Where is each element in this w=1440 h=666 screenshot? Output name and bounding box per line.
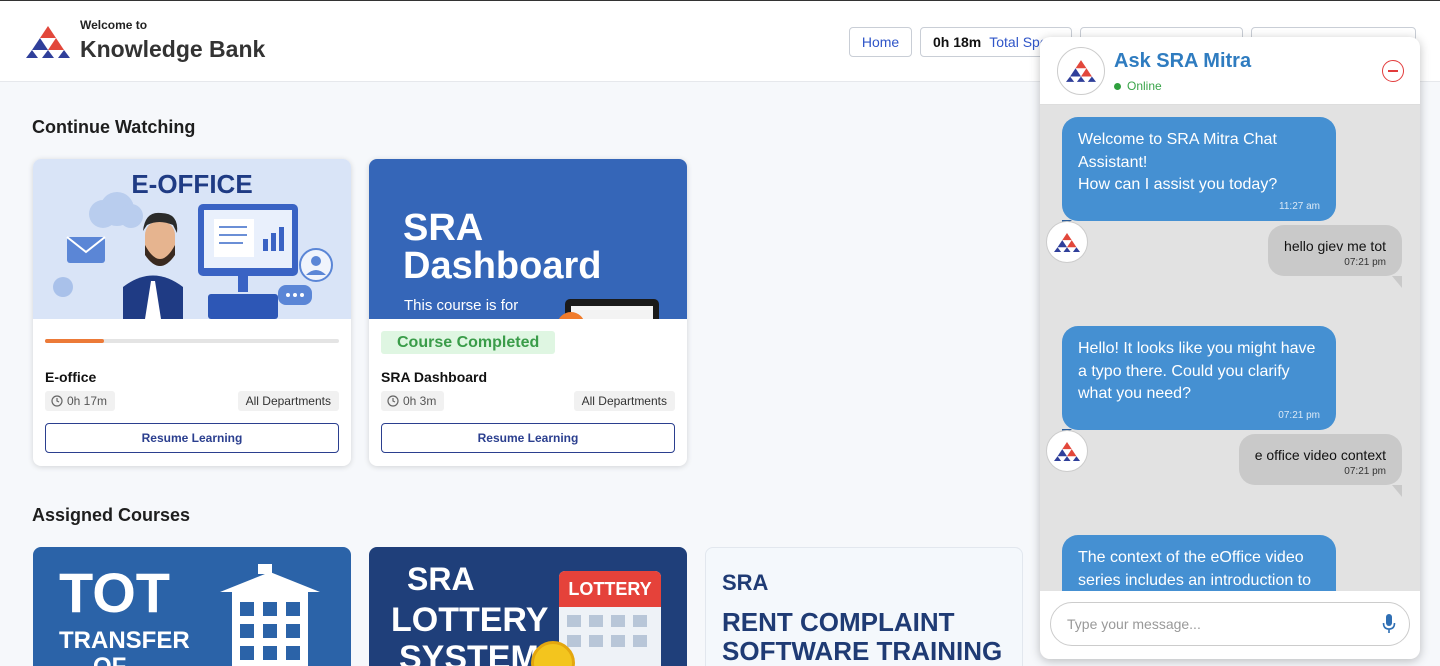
message-time: 07:21 pm [1278,409,1320,421]
chat-input-bar [1040,591,1420,659]
brand-title: Knowledge Bank [80,36,266,62]
welcome-text: Welcome to [80,18,148,32]
message-line: Hello! It looks like you might have [1078,340,1316,357]
bot-avatar [1046,430,1088,472]
chat-status-text: Online [1127,79,1162,93]
message-line: Assistant! [1078,153,1148,171]
eoffice-thumbnail: E-OFFICE [33,159,351,319]
tot-title: TOT [59,561,170,624]
message-line: Welcome to SRA Mitra Chat [1078,131,1277,148]
total-time-value: 0h 18m [933,34,982,50]
rent-title-2: RENT COMPLAINT [722,607,955,637]
bot-message: The context of the eOffice video series … [1062,535,1336,591]
bot-avatar [1046,221,1088,263]
message-line: a typo there. Could you clarify [1078,362,1290,380]
course-card-sra-dashboard[interactable]: SRA Dashboard This course is for Course … [369,159,687,466]
duration-badge: 0h 3m [381,391,445,411]
bot-message: Welcome to SRA Mitra Chat Assistant! How… [1062,117,1336,227]
clock-icon [387,395,399,407]
message-time: 11:27 am [1279,200,1320,212]
message-line: How can I assist you today? [1078,176,1278,193]
user-message: e office video context 07:21 pm [1238,434,1403,497]
thumbnail-line-1: SRA [403,207,484,249]
message-time: 07:21 pm [1344,466,1386,477]
duration-text: 0h 17m [67,394,108,408]
duration-badge: 0h 17m [45,391,116,411]
message-line: The context of the eOffice video [1078,549,1304,566]
clock-icon [51,395,63,407]
lottery-title-1: SRA [407,561,475,597]
resume-learning-button[interactable]: Resume Learning [381,423,675,453]
bot-message: Hello! It looks like you might have a ty… [1062,326,1336,436]
duration-text: 0h 3m [403,394,437,408]
user-message: hello giev me tot 07:21 pm [1268,225,1402,288]
calendar-header: LOTTERY [559,571,661,607]
continue-watching-title: Continue Watching [32,117,196,137]
assigned-card-tot[interactable]: TOT TRANSFER OF [33,547,351,666]
microphone-icon[interactable] [1382,613,1396,635]
message-text: hello giev me tot [1284,238,1386,254]
message-line: what you need? [1078,385,1191,402]
thumbnail-device-screen [571,306,653,319]
department-badge: All Departments [237,391,339,411]
progress-bar [45,339,339,343]
message-time: 07:21 pm [1344,257,1386,268]
course-completed-badge: Course Completed [381,331,556,354]
online-dot-icon [1114,82,1121,90]
sra-dashboard-thumbnail: SRA Dashboard This course is for [369,159,687,319]
chat-messages: Welcome to SRA Mitra Chat Assistant! How… [1040,105,1420,591]
thumbnail-line-2: Dashboard [403,245,602,287]
sra-logo-icon [1054,232,1080,252]
calendar-icon: LOTTERY [559,571,661,666]
lottery-title-3: SYSTEM [399,639,539,666]
chat-status: Online [1114,79,1162,93]
home-button[interactable]: Home [849,27,912,57]
chat-widget: Ask SRA Mitra Online Welcome to SRA Mitr… [1040,37,1420,659]
tot-subtitle-1: TRANSFER [59,627,190,654]
chat-message-input[interactable] [1050,602,1410,646]
thumbnail-subtitle: This course is for [404,297,519,314]
chat-header: Ask SRA Mitra Online [1040,37,1420,105]
tot-subtitle-2: OF [93,653,126,666]
sra-logo-icon [1066,60,1096,82]
sra-logo-icon [26,26,70,58]
message-line: series includes an introduction to [1078,571,1312,589]
course-card-eoffice[interactable]: E-OFFICE E-office 0h 17m All Departments… [33,159,351,466]
course-title: E-office [45,369,97,385]
chat-title: Ask SRA Mitra [1114,50,1252,72]
rent-title-1: SRA [722,570,769,595]
course-title: SRA Dashboard [381,369,488,385]
eoffice-thumbnail-title: E-OFFICE [131,169,253,199]
building-icon [220,564,320,666]
assigned-card-rent-complaint[interactable]: SRA RENT COMPLAINT SOFTWARE TRAINING [705,547,1023,666]
resume-learning-button[interactable]: Resume Learning [45,423,339,453]
minus-circle-icon[interactable] [1382,60,1404,82]
sra-logo-icon [1054,441,1080,461]
department-badge: All Departments [573,391,675,411]
message-text: e office video context [1254,447,1386,463]
assigned-courses-title: Assigned Courses [32,505,191,525]
chat-avatar [1057,47,1105,95]
assigned-card-lottery[interactable]: SRA LOTTERY SYSTEM LOTTERY [369,547,687,666]
progress-bar-fill [45,339,104,343]
rent-title-3: SOFTWARE TRAINING [722,636,1003,666]
lottery-title-2: LOTTERY [391,601,549,639]
